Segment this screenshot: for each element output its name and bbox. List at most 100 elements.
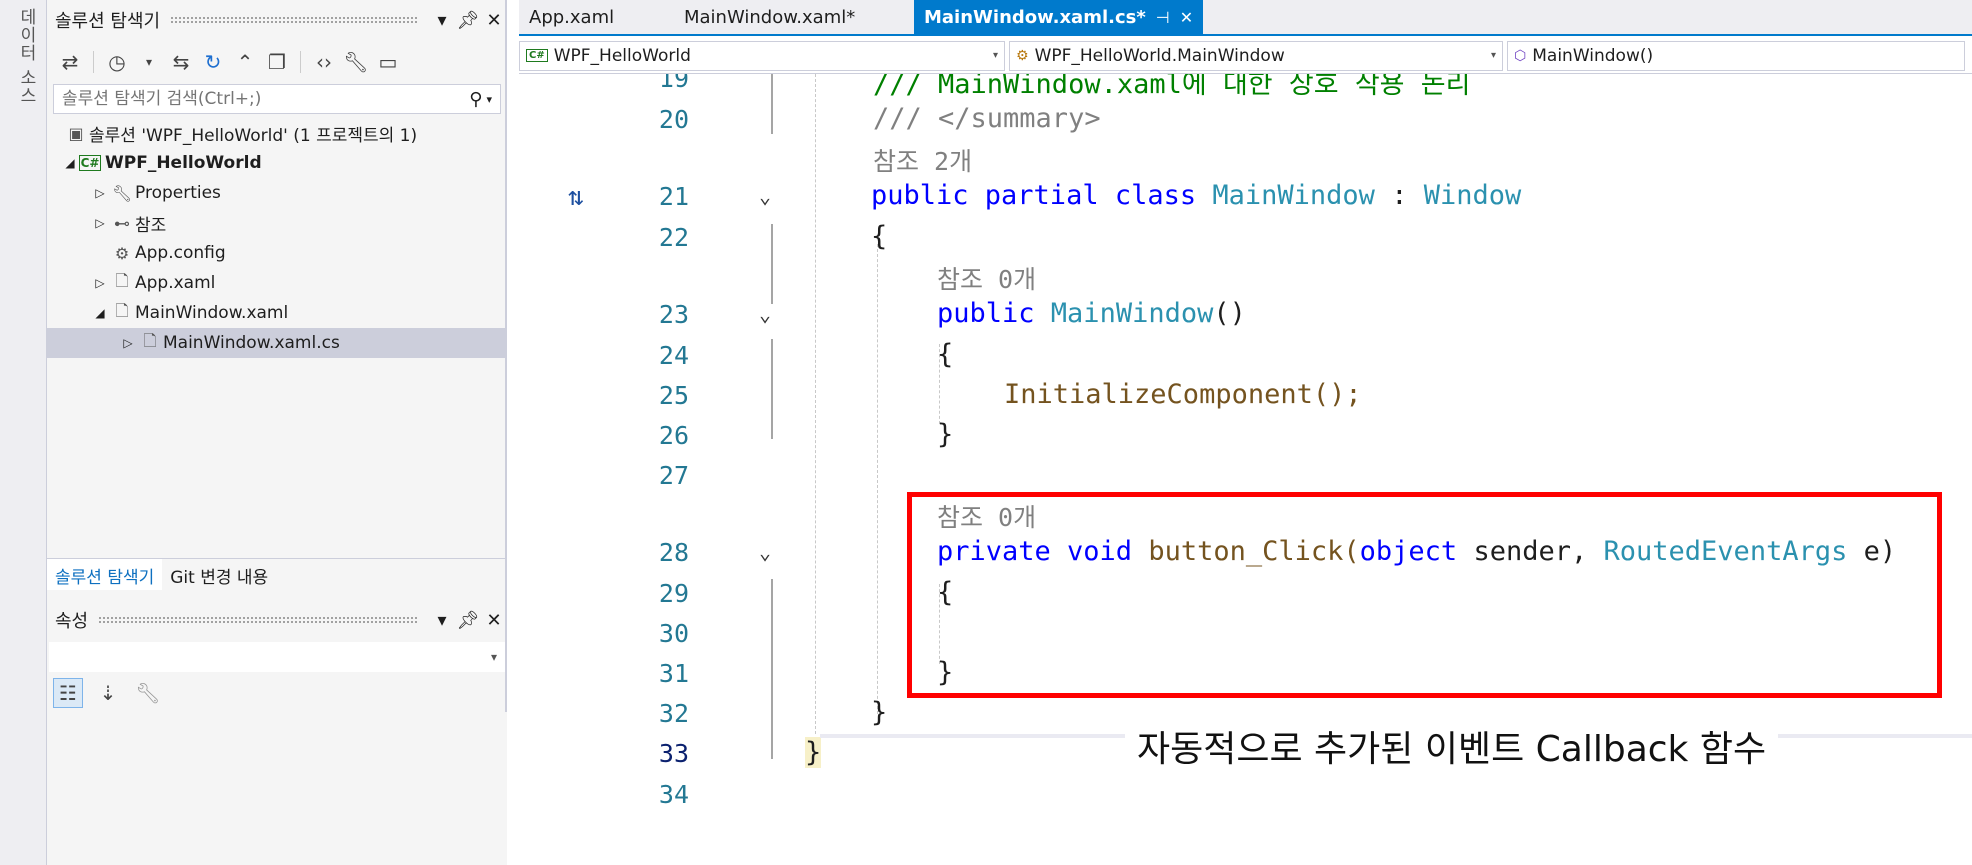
collapsed-arrow-icon[interactable]: ▷: [91, 186, 109, 200]
left-tool-strip: 데이터 소스: [0, 0, 47, 865]
properties-title-bar: 속성 ▾ 📌︎ ✕: [47, 600, 507, 640]
outline-bar: [771, 74, 773, 134]
panel-menu-chevron-icon[interactable]: ▾: [429, 610, 455, 631]
refresh-icon[interactable]: ↻: [200, 50, 226, 74]
tree-node-project[interactable]: ◢ C# WPF_HelloWorld: [47, 148, 507, 178]
tree-node-label: 참조: [135, 215, 167, 236]
cs-file-icon: 🗋︎: [143, 330, 157, 350]
pin-tab-icon[interactable]: ⊣: [1156, 8, 1170, 27]
line-number: 24: [658, 341, 689, 370]
solution-search-input[interactable]: [62, 89, 470, 109]
tree-node-label: Properties: [135, 183, 221, 203]
tree-node-app-config[interactable]: ⚙︎ App.config: [47, 238, 507, 268]
line-number-current: 33: [658, 739, 689, 768]
method-cube-icon: ⬡: [1514, 47, 1527, 64]
switch-views-icon[interactable]: ⇄: [57, 50, 83, 74]
navigation-bar: C# WPF_HelloWorld ▾ ⚙︎ WPF_HelloWorld.Ma…: [519, 38, 1972, 74]
tree-node-properties[interactable]: ▷ 🔧︎ Properties: [47, 178, 507, 208]
code-punct: :: [1374, 180, 1424, 211]
line-number: 31: [658, 659, 689, 688]
line-number: 19: [658, 74, 689, 93]
sync-icon[interactable]: ⇆: [168, 50, 194, 74]
wrench-icon: 🔧︎: [111, 183, 133, 203]
properties-panel: 속성 ▾ 📌︎ ✕ ▾ ☷ ⇣ 🔧︎: [47, 600, 507, 865]
properties-wrench-icon[interactable]: 🔧︎: [343, 50, 369, 74]
line-number: 22: [658, 223, 689, 252]
dropdown-chevron-icon: ▾: [992, 50, 998, 61]
fold-chevron-icon[interactable]: ⌄: [759, 540, 771, 564]
fold-chevron-icon[interactable]: ⌄: [759, 184, 771, 208]
solution-tree: ▣ 솔루션 'WPF_HelloWorld' (1 프로젝트의 1) ◢ C# …: [47, 118, 507, 358]
tree-node-mainwindow-xaml-cs[interactable]: ▷ 🗋︎ MainWindow.xaml.cs: [47, 328, 507, 358]
collapse-all-icon[interactable]: ⌃: [232, 50, 258, 74]
close-tab-icon[interactable]: ✕: [1180, 8, 1193, 27]
close-icon[interactable]: ✕: [481, 610, 507, 631]
annotation-highlight-box: [907, 492, 1942, 698]
solution-explorer-toolbar: ⇄ ◷ ▾ ⇆ ↻ ⌃ ❐ ‹› 🔧︎ ▭: [47, 42, 507, 82]
dropdown-chevron-icon[interactable]: ▾: [136, 55, 162, 69]
codelens-class-references[interactable]: 참조 2개: [873, 142, 972, 178]
tree-node-app-xaml[interactable]: ▷ 🗋︎ App.xaml: [47, 268, 507, 298]
tree-node-label: MainWindow.xaml.cs: [163, 333, 340, 353]
csharp-project-icon: C#: [526, 49, 548, 62]
solution-explorer-title-bar: 솔루션 탐색기 ▾ 📌︎ ✕: [47, 0, 507, 40]
code-punct: (): [1213, 298, 1246, 329]
tree-node-references[interactable]: ▷ ⊷ 참조: [47, 208, 507, 238]
code-keyword: public: [937, 298, 1051, 329]
tab-mainwindow-xaml-cs[interactable]: MainWindow.xaml.cs* ⊣ ✕: [914, 0, 1204, 34]
solution-icon: ▣: [68, 123, 84, 143]
fold-chevron-icon[interactable]: ⌄: [759, 302, 771, 326]
search-icon[interactable]: ⚲: [469, 89, 482, 110]
tab-label: MainWindow.xaml.cs*: [924, 6, 1146, 28]
drag-grip[interactable]: [98, 616, 419, 624]
collapsed-arrow-icon[interactable]: ▷: [119, 336, 137, 350]
class-icon: ⚙︎: [1016, 47, 1029, 64]
tab-git-changes[interactable]: Git 변경 내용: [162, 559, 276, 590]
codelens-ctor-references[interactable]: 참조 0개: [937, 260, 1036, 296]
object-selector-dropdown[interactable]: ▾: [49, 642, 505, 672]
show-all-files-icon[interactable]: ❐: [264, 50, 290, 74]
tab-mainwindow-xaml[interactable]: MainWindow.xaml*: [674, 0, 914, 34]
data-sources-tab[interactable]: 데이터 소스: [14, 8, 39, 104]
code-line-22: {: [871, 221, 888, 252]
drag-grip[interactable]: [170, 16, 419, 24]
collapsed-arrow-icon[interactable]: ▷: [91, 216, 109, 230]
expanded-arrow-icon[interactable]: ◢: [61, 156, 79, 170]
toolbar-separator: [300, 51, 301, 73]
line-number: 28: [658, 538, 689, 567]
collapsed-arrow-icon[interactable]: ▷: [91, 276, 109, 290]
code-line-20: /// </summary>: [873, 103, 1101, 134]
code-line-24: {: [937, 339, 954, 370]
tree-node-solution[interactable]: ▣ 솔루션 'WPF_HelloWorld' (1 프로젝트의 1): [47, 118, 507, 148]
solution-search-box[interactable]: ⚲ ▾: [53, 84, 501, 114]
tree-node-mainwindow-xaml[interactable]: ◢ 🗋︎ MainWindow.xaml: [47, 298, 507, 328]
type-dropdown-value: WPF_HelloWorld.MainWindow: [1034, 45, 1285, 66]
line-number: 26: [658, 421, 689, 450]
dropdown-chevron-icon: ▾: [1490, 50, 1496, 61]
panel-menu-chevron-icon[interactable]: ▾: [429, 10, 455, 31]
tab-solution-explorer[interactable]: 솔루션 탐색기: [47, 559, 163, 590]
line-number: 34: [658, 780, 689, 809]
inheritance-margin-icon[interactable]: ⇅: [568, 182, 584, 212]
member-dropdown[interactable]: ⬡ MainWindow(): [1507, 40, 1965, 71]
alphabetical-sort-icon[interactable]: ⇣: [93, 678, 123, 708]
project-dropdown[interactable]: C# WPF_HelloWorld ▾: [519, 40, 1005, 71]
property-pages-wrench-icon[interactable]: 🔧︎: [133, 678, 163, 708]
tab-app-xaml[interactable]: App.xaml: [519, 0, 674, 34]
xaml-file-icon: 🗋︎: [115, 270, 129, 290]
categorized-icon[interactable]: ☷: [53, 678, 83, 708]
pin-icon[interactable]: 📌︎: [455, 10, 481, 31]
indent-guide: [877, 244, 878, 714]
preview-icon[interactable]: ▭: [375, 50, 401, 74]
pin-icon[interactable]: 📌︎: [455, 610, 481, 631]
history-icon[interactable]: ◷: [104, 50, 130, 74]
search-options-chevron-icon[interactable]: ▾: [486, 93, 492, 106]
code-view-icon[interactable]: ‹›: [311, 50, 337, 74]
type-dropdown[interactable]: ⚙︎ WPF_HelloWorld.MainWindow ▾: [1009, 40, 1503, 71]
csharp-project-icon: C#: [79, 155, 101, 171]
expanded-arrow-icon[interactable]: ◢: [91, 306, 109, 320]
line-number: 25: [658, 381, 689, 410]
code-line-23: public MainWindow(): [937, 298, 1246, 329]
tree-node-label: App.config: [135, 243, 226, 263]
close-icon[interactable]: ✕: [481, 10, 507, 31]
